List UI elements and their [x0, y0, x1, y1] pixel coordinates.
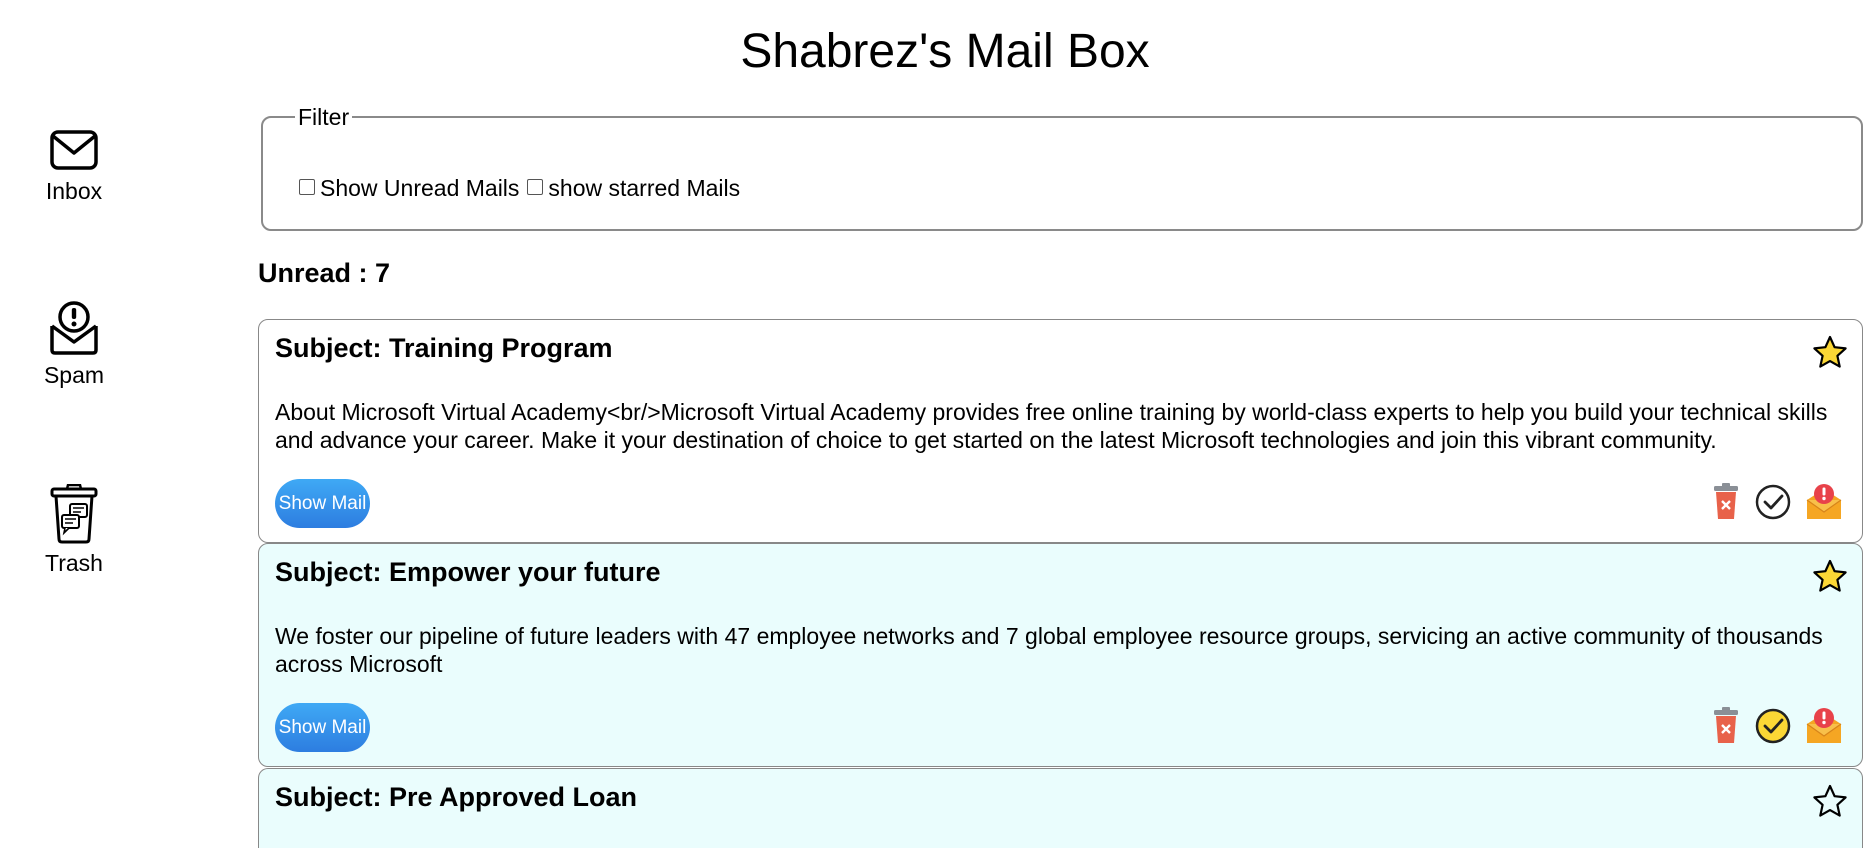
mail-actions: [1697, 483, 1843, 526]
mark-read-icon[interactable]: [1755, 484, 1791, 525]
starred-checkbox-label[interactable]: show starred Mails: [548, 175, 740, 202]
mail-card: Subject: Training Program About Microsof…: [258, 319, 1863, 543]
mark-read-icon[interactable]: [1755, 708, 1791, 749]
report-spam-icon[interactable]: [1805, 483, 1843, 526]
delete-icon[interactable]: [1711, 483, 1741, 526]
sidebar-item-label: Inbox: [45, 178, 103, 204]
spam-envelope-icon: [50, 301, 98, 355]
mail-actions: [1697, 707, 1843, 750]
mail-subject: Subject: Pre Approved Loan: [275, 782, 638, 812]
filter-options: Show Unread Mails show starred Mails: [299, 175, 740, 202]
mail-body: We foster our pipeline of future leaders…: [275, 623, 1823, 677]
filter-panel: Filter Show Unread Mails show starred Ma…: [261, 105, 1863, 231]
unread-count: Unread : 7: [258, 258, 391, 288]
sidebar-item-label: Trash: [45, 550, 103, 576]
star-icon[interactable]: [1810, 557, 1850, 602]
star-icon[interactable]: [1810, 333, 1850, 378]
sidebar-item-spam[interactable]: Spam: [24, 300, 124, 389]
mail-subject: Subject: Training Program: [275, 333, 613, 363]
mail-card: Subject: Empower your future We foster o…: [258, 543, 1863, 767]
filter-legend: Filter: [295, 105, 353, 129]
delete-icon[interactable]: [1711, 707, 1741, 750]
unread-checkbox[interactable]: [299, 179, 315, 195]
sidebar-item-label: Spam: [43, 362, 105, 388]
show-mail-button[interactable]: Show Mail: [275, 479, 370, 528]
mail-body: About Microsoft Virtual Academy<br/>Micr…: [275, 399, 1828, 453]
envelope-icon: [50, 130, 98, 170]
sidebar-item-inbox[interactable]: Inbox: [24, 128, 124, 205]
mail-card: Subject: Pre Approved Loan: [258, 768, 1863, 848]
starred-checkbox[interactable]: [527, 179, 544, 195]
trash-bin-icon: [50, 484, 98, 544]
unread-checkbox-label[interactable]: Show Unread Mails: [320, 175, 519, 202]
sidebar-item-trash[interactable]: Trash: [24, 484, 124, 577]
report-spam-icon[interactable]: [1805, 707, 1843, 750]
mail-subject: Subject: Empower your future: [275, 557, 661, 587]
page-title: Shabrez's Mail Box: [740, 25, 1150, 78]
star-icon[interactable]: [1810, 782, 1850, 827]
show-mail-button[interactable]: Show Mail: [275, 703, 370, 752]
